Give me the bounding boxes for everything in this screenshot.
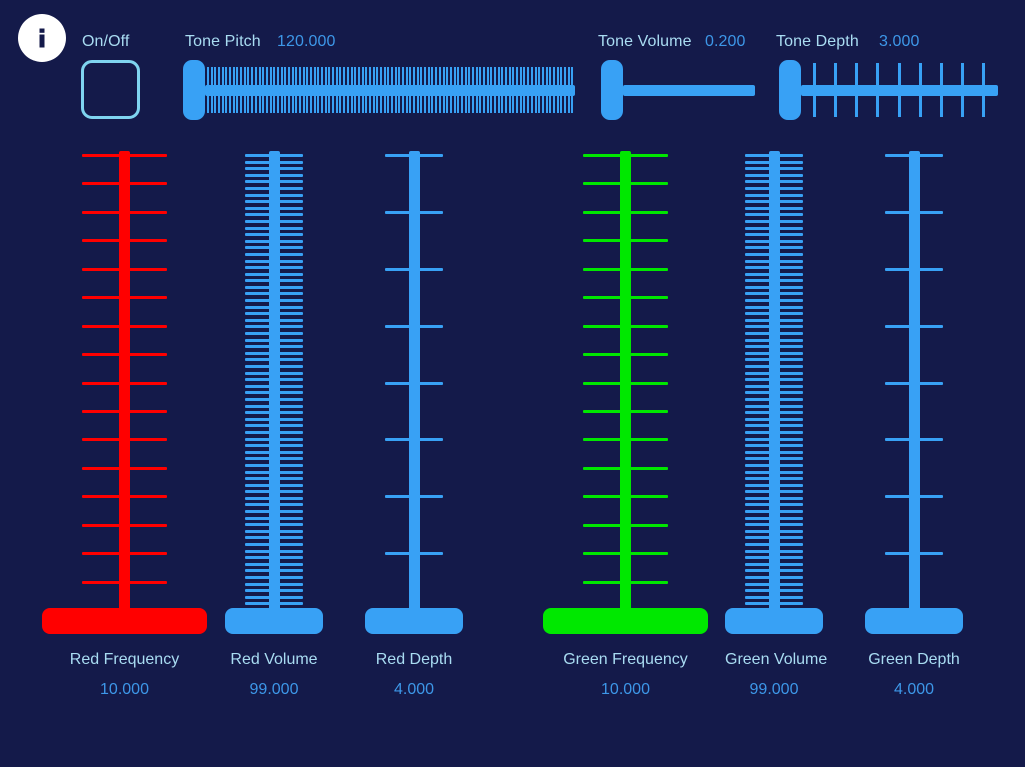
- header-bar: On/Off Tone Pitch 120.000 Tone Volume 0.…: [0, 0, 1025, 140]
- slider-value: 4.000: [893, 681, 935, 698]
- slider-label: Red Frequency: [69, 651, 180, 668]
- slider-handle[interactable]: [543, 608, 708, 634]
- slider-value: 10.000: [100, 681, 149, 698]
- tone-depth-label: Tone Depth: [776, 33, 859, 50]
- slider-label: Red Depth: [375, 651, 453, 668]
- tone-pitch-label: Tone Pitch: [185, 33, 261, 50]
- slider-column: [365, 148, 463, 628]
- slider-red-volume[interactable]: Red Volume 99.000: [225, 148, 323, 698]
- slider-green-frequency[interactable]: Green Frequency 10.000: [543, 148, 708, 698]
- tone-pitch-value: 120.000: [277, 33, 336, 50]
- slider-label: Green Volume: [725, 651, 828, 668]
- slider-handle[interactable]: [601, 60, 623, 120]
- slider-track[interactable]: [908, 151, 920, 628]
- slider-track[interactable]: [620, 151, 631, 628]
- slider-value: 4.000: [393, 681, 435, 698]
- slider-value: 99.000: [749, 681, 799, 698]
- slider-track[interactable]: [119, 151, 130, 628]
- slider-label: Green Frequency: [563, 651, 688, 668]
- slider-red-depth[interactable]: Red Depth 4.000: [365, 148, 463, 698]
- slider-column: [725, 148, 823, 628]
- onoff-label: On/Off: [82, 33, 130, 50]
- slider-label: Green Depth: [868, 651, 960, 668]
- slider-track[interactable]: [268, 151, 280, 628]
- slider-green-volume[interactable]: Green Volume 99.000: [725, 148, 828, 698]
- tone-depth-value: 3.000: [879, 33, 920, 50]
- slider-value: 99.000: [249, 681, 299, 698]
- tone-pitch-slider[interactable]: [183, 60, 575, 120]
- slider-red-frequency[interactable]: Red Frequency 10.000: [42, 148, 207, 698]
- slider-column: [865, 148, 963, 628]
- slider-track[interactable]: [768, 151, 780, 628]
- slider-column: [543, 148, 708, 628]
- slider-track[interactable]: [408, 151, 420, 628]
- slider-green-depth[interactable]: Green Depth 4.000: [865, 148, 963, 698]
- slider-track[interactable]: [205, 85, 575, 96]
- slider-handle[interactable]: [365, 608, 463, 634]
- slider-label: Red Volume: [230, 651, 318, 668]
- slider-handle[interactable]: [183, 60, 205, 120]
- slider-handle[interactable]: [225, 608, 323, 634]
- slider-handle[interactable]: [725, 608, 823, 634]
- onoff-checkbox[interactable]: [81, 60, 140, 119]
- tone-depth-slider[interactable]: [779, 60, 998, 120]
- tone-volume-slider[interactable]: [601, 60, 755, 120]
- tone-volume-value: 0.200: [705, 33, 746, 50]
- slider-column: [225, 148, 323, 628]
- control-panel: On/Off Tone Pitch 120.000 Tone Volume 0.…: [0, 0, 1025, 767]
- slider-column: [42, 148, 207, 628]
- slider-handle[interactable]: [42, 608, 207, 634]
- slider-handle[interactable]: [865, 608, 963, 634]
- tone-volume-label: Tone Volume: [598, 33, 692, 50]
- info-icon[interactable]: [18, 14, 66, 62]
- slider-track[interactable]: [801, 85, 998, 96]
- slider-track[interactable]: [623, 85, 755, 96]
- slider-handle[interactable]: [779, 60, 801, 120]
- slider-value: 10.000: [601, 681, 650, 698]
